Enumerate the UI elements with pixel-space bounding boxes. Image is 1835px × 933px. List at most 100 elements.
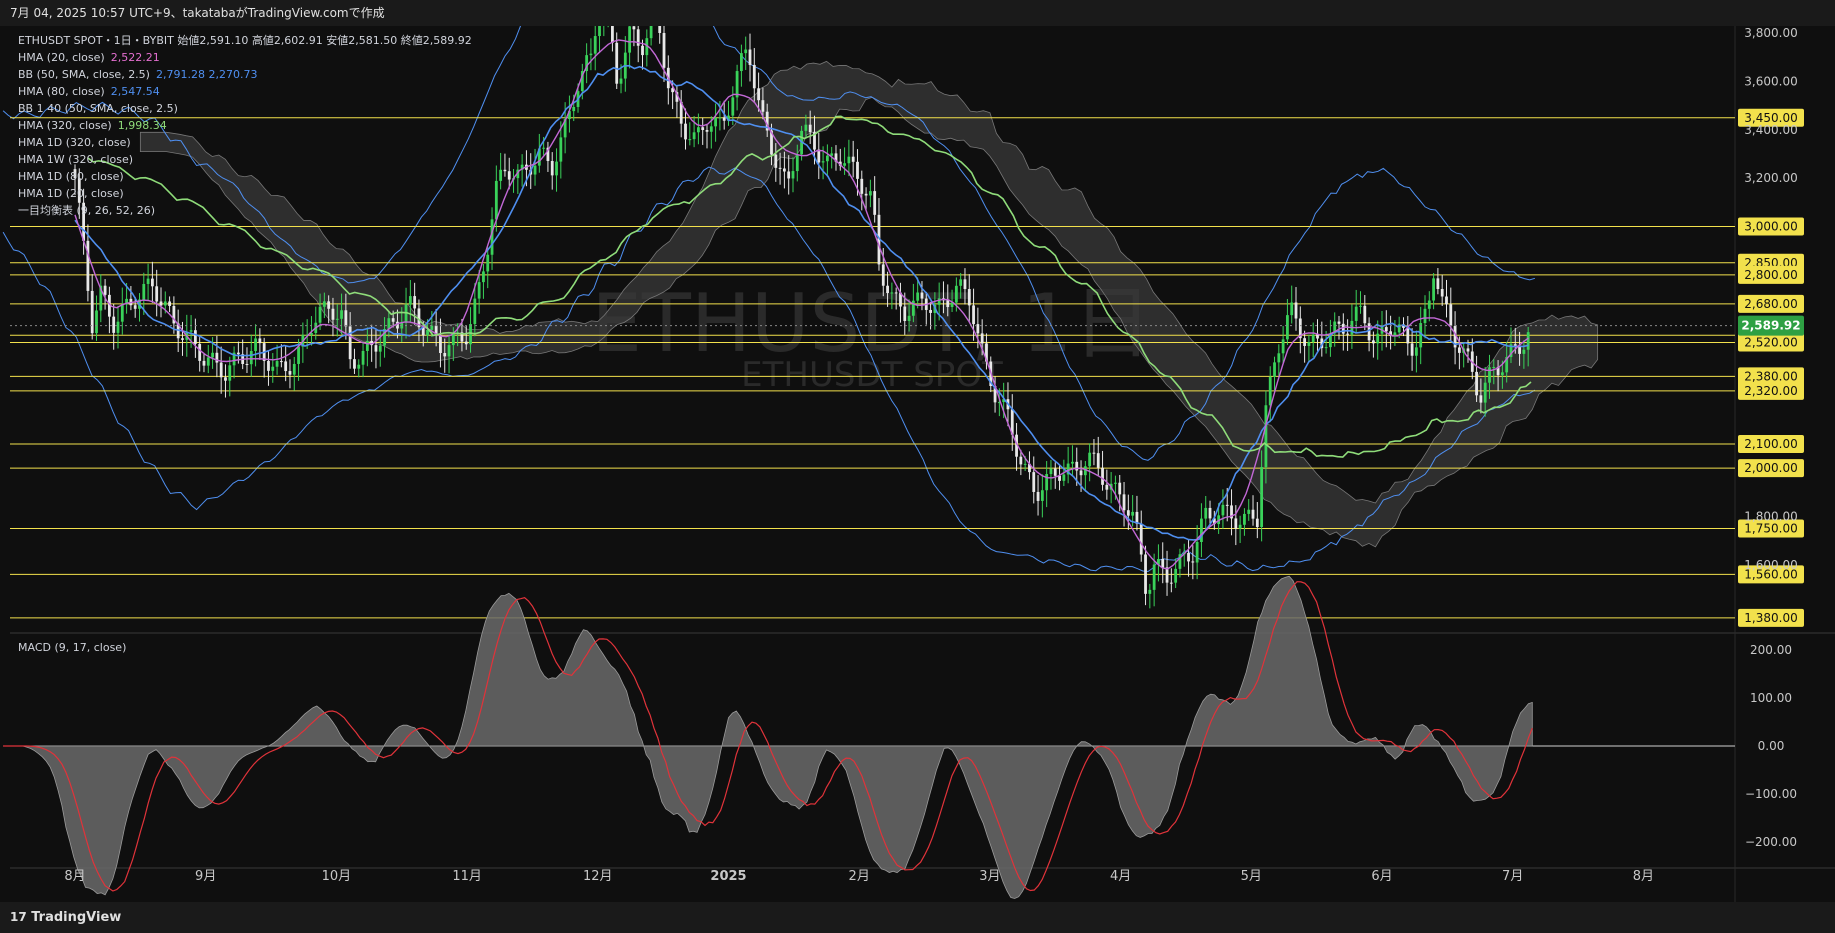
candle-body	[1174, 568, 1178, 583]
last-price-label: 2,589.92	[1741, 319, 1800, 333]
candle-body	[267, 360, 270, 371]
candle-body	[318, 306, 322, 323]
candle-body	[1492, 366, 1496, 368]
candle-body	[705, 129, 709, 132]
candle-body	[443, 353, 447, 357]
indicator-row[interactable]: HMA 1D (320, close)	[18, 134, 472, 151]
candle-body	[1372, 340, 1375, 344]
candle-body	[1488, 367, 1491, 383]
candle-body	[598, 26, 601, 37]
candle-body	[967, 289, 971, 306]
candle-body	[1251, 509, 1255, 519]
candle-body	[1126, 510, 1130, 516]
candle-body	[1049, 468, 1053, 475]
candle-body	[980, 333, 984, 344]
candle-body	[344, 310, 348, 327]
price-tick-label: 3,600.00	[1744, 75, 1797, 89]
indicator-row[interactable]: BB (50, SMA, close, 2.5) 2,791.28 2,270.7…	[18, 66, 472, 83]
candle-body	[331, 308, 335, 320]
candle-body	[486, 254, 490, 272]
macd-tick-label: −200.00	[1745, 835, 1797, 849]
level-tag-label: 1,750.00	[1744, 522, 1797, 536]
candle-body	[477, 282, 481, 299]
candle-body	[641, 45, 644, 56]
candle-body	[499, 169, 503, 181]
candle-body	[1311, 334, 1315, 343]
candle-body	[1419, 323, 1423, 348]
close-value: 2,589.92	[422, 34, 472, 47]
candle-body	[1144, 554, 1147, 594]
candle-body	[249, 351, 253, 365]
candle-body	[1131, 511, 1135, 516]
indicator-row[interactable]: HMA (80, close) 2,547.54	[18, 83, 472, 100]
candle-body	[1410, 343, 1414, 356]
candle-body	[284, 361, 288, 372]
candle-body	[430, 325, 434, 330]
candle-body	[1268, 376, 1272, 406]
candle-body	[258, 338, 262, 344]
candle-body	[1148, 589, 1152, 594]
indicator-value: 2,547.54	[110, 85, 160, 98]
candle-body	[739, 53, 743, 72]
candle-body	[86, 240, 90, 291]
candle-body	[1114, 482, 1117, 484]
candle-body	[916, 292, 920, 301]
time-tick-label: 4月	[1110, 869, 1131, 884]
indicator-row[interactable]: HMA 1W (320, close)	[18, 151, 472, 168]
candle-body	[1445, 296, 1448, 305]
level-tag-label: 2,800.00	[1744, 268, 1797, 282]
candle-body	[439, 335, 442, 354]
candle-body	[782, 168, 786, 172]
macd-tick-label: 200.00	[1750, 643, 1792, 657]
candle-body	[1466, 348, 1470, 352]
candle-body	[297, 346, 300, 364]
candle-body	[391, 318, 395, 322]
candle-body	[692, 132, 696, 140]
candle-body	[542, 147, 546, 149]
indicator-row[interactable]: HMA (320, close) 1,998.34	[18, 117, 472, 134]
candle-body	[1436, 278, 1440, 289]
candle-body	[245, 363, 249, 365]
tradingview-logo[interactable]: 𝟭𝟳 TradingView	[10, 910, 121, 925]
candle-body	[830, 153, 834, 156]
indicator-row[interactable]: HMA 1D (80, close)	[18, 168, 472, 185]
candle-body	[778, 167, 782, 169]
candle-body	[886, 285, 889, 294]
candle-body	[168, 301, 171, 306]
candle-body	[714, 117, 718, 127]
candle-body	[735, 71, 739, 98]
candle-body	[697, 127, 700, 133]
candle-body	[804, 124, 808, 131]
high-value: 2,602.91	[273, 34, 323, 47]
candle-body	[1092, 452, 1096, 454]
candle-body	[365, 340, 369, 351]
candle-body	[628, 26, 632, 53]
time-tick-label: 8月	[1633, 869, 1654, 884]
candle-body	[1414, 347, 1418, 356]
candle-body	[1479, 395, 1483, 403]
indicator-name: BB 1 40 (50, SMA, close, 2.5)	[18, 102, 178, 115]
candle-body	[189, 330, 193, 332]
indicator-name: HMA (80, close)	[18, 85, 105, 98]
time-tick-label: 10月	[322, 869, 352, 884]
candle-body	[103, 285, 107, 295]
candle-body	[387, 318, 391, 330]
time-tick-label: 5月	[1241, 869, 1262, 884]
candle-body	[1088, 452, 1092, 467]
candle-body	[322, 301, 326, 307]
candle-body	[1036, 491, 1040, 501]
price-tick-label: 3,800.00	[1744, 26, 1797, 40]
indicator-row[interactable]: BB 1 40 (50, SMA, close, 2.5)	[18, 100, 472, 117]
candle-body	[555, 161, 558, 176]
indicator-row[interactable]: HMA (20, close) 2,522.21	[18, 49, 472, 66]
candle-body	[1303, 338, 1307, 346]
candle-body	[920, 292, 924, 299]
candle-body	[353, 359, 356, 369]
indicator-row[interactable]: HMA 1D (20, close)	[18, 185, 472, 202]
candle-body	[1277, 353, 1281, 363]
candle-body	[219, 362, 223, 378]
candle-body	[795, 154, 799, 172]
candle-body	[632, 26, 636, 30]
indicator-row[interactable]: 一目均衡表 (9, 26, 52, 26)	[18, 202, 472, 219]
candle-body	[1204, 507, 1208, 519]
